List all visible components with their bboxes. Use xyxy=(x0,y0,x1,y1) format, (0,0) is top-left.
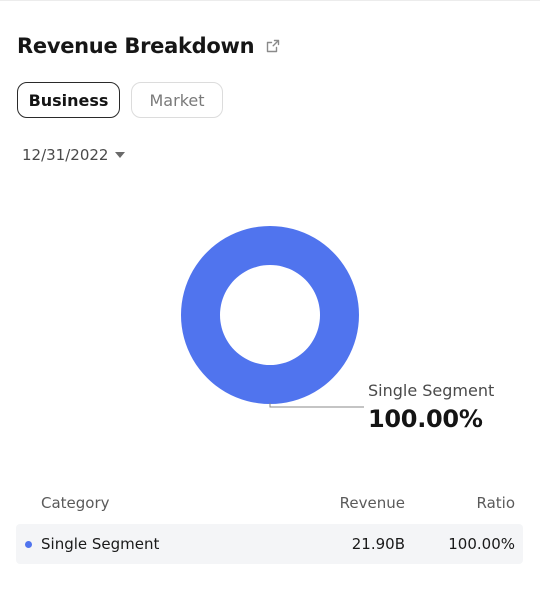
column-header-category: Category xyxy=(41,494,110,512)
column-header-revenue: Revenue xyxy=(339,494,405,512)
segment-label-name: Single Segment xyxy=(368,381,495,400)
date-dropdown-value: 12/31/2022 xyxy=(22,146,109,164)
tab-market-label: Market xyxy=(149,90,205,110)
label-leader-line xyxy=(269,403,364,408)
tab-business-label: Business xyxy=(28,90,109,110)
segment-label-percent: 100.00% xyxy=(368,405,483,433)
caret-down-icon xyxy=(115,152,126,158)
legend-dot xyxy=(25,541,32,548)
share-icon-glyph xyxy=(267,39,280,53)
share-icon[interactable] xyxy=(264,37,282,55)
donut-slice-single-segment[interactable] xyxy=(180,226,359,404)
segment-tabs: Business Market xyxy=(17,82,223,118)
cell-category: Single Segment xyxy=(41,535,160,553)
date-dropdown[interactable]: 12/31/2022 xyxy=(22,146,126,164)
cell-ratio: 100.00% xyxy=(448,535,515,553)
tab-market[interactable]: Market xyxy=(131,82,223,118)
page-title: Revenue Breakdown xyxy=(17,34,255,58)
table-row: Single Segment 21.90B 100.00% xyxy=(16,524,523,564)
tab-business[interactable]: Business xyxy=(17,82,120,118)
header: Revenue Breakdown xyxy=(17,34,282,58)
table-header: Category Revenue Ratio xyxy=(16,494,523,514)
cell-revenue: 21.90B xyxy=(351,535,405,553)
column-header-ratio: Ratio xyxy=(476,494,515,512)
top-divider xyxy=(0,0,540,1)
